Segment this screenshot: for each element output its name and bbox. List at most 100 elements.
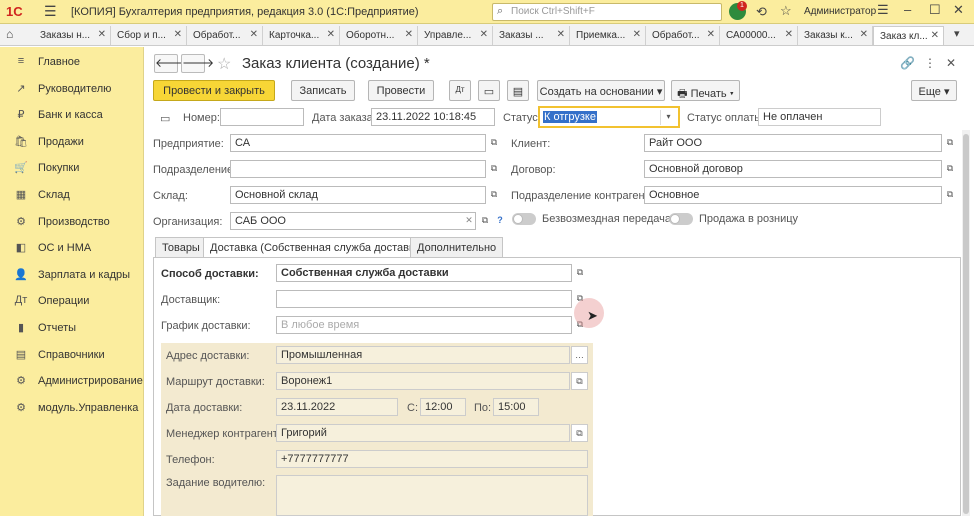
number-field[interactable]: [220, 108, 304, 126]
minimize-icon[interactable]: –: [904, 2, 911, 17]
close-icon[interactable]: ✕: [953, 2, 964, 18]
enterprise-field[interactable]: СА: [230, 134, 486, 152]
open-icon[interactable]: ⧉: [942, 186, 958, 204]
carrier-field[interactable]: [276, 290, 572, 308]
sidebar-item[interactable]: 🛒 Покупки: [0, 158, 144, 180]
sidebar-item[interactable]: 👤 Зарплата и кадры: [0, 265, 144, 287]
close-tab-icon[interactable]: ✕: [557, 29, 565, 40]
close-tab-icon[interactable]: ✕: [633, 29, 641, 40]
home-icon[interactable]: ⌂: [6, 27, 13, 41]
form-close-icon[interactable]: ✕: [946, 56, 956, 70]
sidebar-item[interactable]: ⚙ Производство: [0, 212, 144, 234]
more-vertical-icon[interactable]: ⋮: [924, 56, 936, 70]
dt-kt-icon[interactable]: Дт: [449, 80, 471, 101]
close-tab-icon[interactable]: ✕: [785, 29, 793, 40]
close-tab-icon[interactable]: ✕: [405, 29, 413, 40]
save-button[interactable]: Записать: [291, 80, 355, 101]
delivery-method-field[interactable]: Собственная служба доставки: [276, 264, 572, 282]
time-from-field[interactable]: 12:00: [420, 398, 466, 416]
main-menu-icon[interactable]: ☰: [44, 3, 57, 20]
create-based-on-button[interactable]: Создать на основании ▾: [537, 80, 665, 101]
sidebar-item[interactable]: ⚙ Администрирование: [0, 371, 144, 393]
open-icon[interactable]: ⧉: [942, 134, 958, 152]
delivery-address-field[interactable]: Промышленная: [276, 346, 570, 364]
open-tab[interactable]: СА00000... ✕: [720, 26, 798, 45]
warehouse-field[interactable]: Основной склад: [230, 186, 486, 204]
tab-delivery[interactable]: Доставка (Собственная служба доставки): [203, 237, 431, 258]
search-input[interactable]: ⌕ Поиск Ctrl+Shift+F: [492, 3, 722, 21]
time-to-field[interactable]: 15:00: [493, 398, 539, 416]
post-button[interactable]: Провести: [368, 80, 434, 101]
open-icon[interactable]: ⧉: [942, 160, 958, 178]
counterparty-division-field[interactable]: Основное: [644, 186, 942, 204]
open-tab[interactable]: Заказы н... ✕: [34, 26, 111, 45]
open-icon[interactable]: ⧉: [486, 160, 502, 178]
tab-goods[interactable]: Товары: [155, 237, 207, 258]
user-name[interactable]: Администратор: [804, 6, 876, 17]
open-icon[interactable]: ⧉: [571, 424, 588, 442]
sidebar-item[interactable]: ▮ Отчеты: [0, 318, 144, 340]
close-tab-icon[interactable]: ✕: [480, 29, 488, 40]
favorites-icon[interactable]: ☆: [780, 3, 792, 19]
vertical-scrollbar[interactable]: [962, 130, 970, 516]
back-button[interactable]: 🡐: [154, 54, 187, 73]
sidebar-item[interactable]: ▦ Склад: [0, 185, 144, 207]
open-icon[interactable]: ⧉: [571, 372, 588, 390]
more-button[interactable]: Еще ▾: [911, 80, 957, 101]
open-tab[interactable]: Заказ кл... ✕: [873, 26, 944, 45]
post-and-close-button[interactable]: Провести и закрыть: [153, 80, 275, 101]
forward-button[interactable]: 🡒: [181, 54, 214, 73]
help-icon[interactable]: ?: [492, 212, 508, 230]
open-icon[interactable]: ⧉: [486, 186, 502, 204]
open-tab[interactable]: Сбор и п... ✕: [111, 26, 187, 45]
delivery-schedule-field[interactable]: В любое время: [276, 316, 572, 334]
retail-sale-toggle[interactable]: [669, 213, 693, 225]
sidebar-item[interactable]: ↗ Руководителю: [0, 79, 144, 101]
sidebar-item[interactable]: ₽ Банк и касса: [0, 105, 144, 127]
open-tab[interactable]: Управле... ✕: [418, 26, 493, 45]
order-date-field[interactable]: 23.11.2022 10:18:45: [371, 108, 495, 126]
sidebar-item[interactable]: ◧ ОС и НМА: [0, 238, 144, 260]
tab-additional[interactable]: Дополнительно: [410, 237, 504, 258]
delivery-route-field[interactable]: Воронеж1: [276, 372, 570, 390]
sidebar-item[interactable]: ▤ Справочники: [0, 345, 144, 367]
division-field[interactable]: [230, 160, 486, 178]
open-tab[interactable]: Обработ... ✕: [187, 26, 263, 45]
sidebar-item[interactable]: 🛍 Продажи: [0, 132, 144, 154]
phone-field[interactable]: +7777777777: [276, 450, 588, 468]
print-button[interactable]: 🖶 Печать ▾: [671, 80, 740, 101]
open-tab[interactable]: Оборотн... ✕: [340, 26, 418, 45]
open-tab[interactable]: Заказы ... ✕: [493, 26, 570, 45]
open-tab[interactable]: Приемка... ✕: [570, 26, 646, 45]
clear-icon[interactable]: ✕: [461, 212, 477, 230]
contract-field[interactable]: Основной договор: [644, 160, 942, 178]
chevron-down-icon[interactable]: ▾: [954, 27, 960, 40]
status-select[interactable]: К отгрузке ▾: [538, 106, 680, 128]
document-icon[interactable]: ▤: [507, 80, 529, 101]
close-tab-icon[interactable]: ✕: [250, 29, 258, 40]
settings-menu-icon[interactable]: ☰: [877, 2, 889, 18]
open-icon[interactable]: ⧉: [572, 264, 588, 282]
organization-field[interactable]: САБ ООО: [230, 212, 476, 230]
sidebar-item[interactable]: Дт Операции: [0, 291, 144, 313]
scrollbar-thumb[interactable]: [963, 134, 969, 514]
maximize-icon[interactable]: ☐: [929, 2, 941, 18]
open-icon[interactable]: ⧉: [477, 212, 493, 230]
sidebar-item[interactable]: ⚙ модуль.Управленка: [0, 398, 144, 420]
ellipsis-button[interactable]: …: [571, 346, 588, 364]
dropdown-arrow-icon[interactable]: ▾: [660, 110, 676, 125]
driver-task-field[interactable]: [276, 475, 588, 516]
favorite-star-icon[interactable]: ☆: [217, 54, 231, 74]
counterparty-manager-field[interactable]: Григорий: [276, 424, 570, 442]
close-tab-icon[interactable]: ✕: [327, 29, 335, 40]
open-icon[interactable]: ⧉: [486, 134, 502, 152]
history-icon[interactable]: ⟲: [756, 4, 767, 20]
open-tab[interactable]: Обработ... ✕: [646, 26, 720, 45]
link-icon[interactable]: 🔗: [900, 56, 915, 70]
close-tab-icon[interactable]: ✕: [860, 29, 868, 40]
open-tab[interactable]: Заказы к... ✕: [798, 26, 873, 45]
delivery-date-field[interactable]: 23.11.2022: [276, 398, 398, 416]
open-tab[interactable]: Карточка... ✕: [263, 26, 340, 45]
client-field[interactable]: Райт ООО: [644, 134, 942, 152]
close-tab-icon[interactable]: ✕: [174, 29, 182, 40]
